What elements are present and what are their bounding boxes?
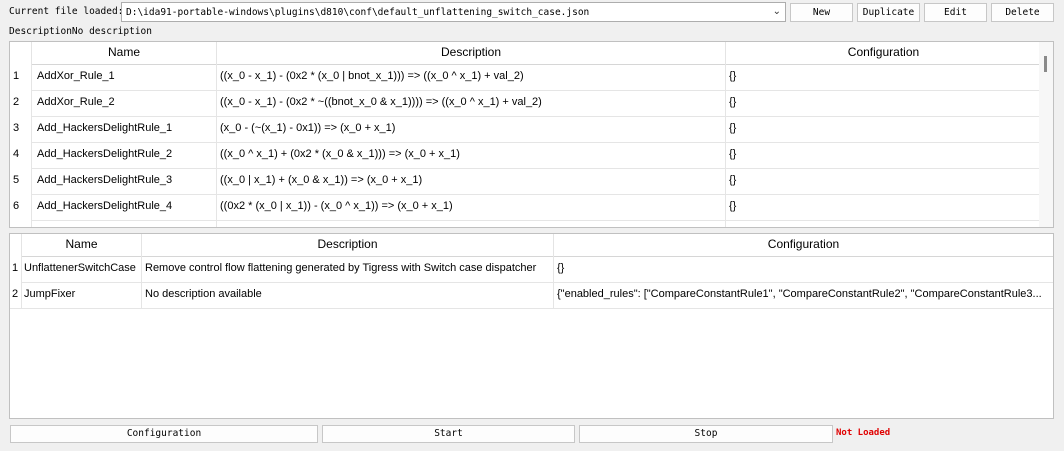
description-line: DescriptionNo description [9, 26, 152, 37]
rule-name-cell[interactable]: Add_HackersDelightRule_5 [32, 220, 217, 227]
edit-button[interactable]: Edit [924, 3, 987, 22]
rule-description-cell[interactable]: ((x_0 - x_1) - (0x2 * ~((bnot_x_0 & x_1)… [217, 90, 726, 116]
row-number: 6 [10, 194, 32, 220]
rule-name-cell[interactable]: Add_HackersDelightRule_4 [32, 194, 217, 220]
rules-table-scrollbar[interactable] [1039, 42, 1053, 227]
table-row[interactable]: 1 UnflattenerSwitchCase Remove control f… [10, 256, 1053, 283]
filter-description-cell[interactable]: No description available [142, 282, 554, 308]
delete-button[interactable]: Delete [991, 3, 1054, 22]
row-number: 2 [10, 90, 32, 116]
configuration-button[interactable]: Configuration [10, 425, 318, 443]
filter-name-cell[interactable]: JumpFixer [22, 282, 142, 308]
file-select-combobox[interactable]: D:\ida91-portable-windows\plugins\d810\c… [121, 2, 786, 22]
rule-name-cell[interactable]: Add_HackersDelightRule_3 [32, 168, 217, 194]
rules-table[interactable]: Name Description Configuration 1 AddXor_… [9, 41, 1054, 228]
filter-config-cell[interactable]: {"enabled_rules": ["CompareConstantRule1… [554, 282, 1053, 308]
table-row[interactable]: 1 AddXor_Rule_1 ((x_0 - x_1) - (0x2 * (x… [10, 64, 1041, 91]
rule-config-cell[interactable]: {} [726, 64, 1041, 90]
row-number: 1 [10, 64, 32, 90]
row-number: 2 [10, 282, 22, 308]
table-row[interactable]: 2 AddXor_Rule_2 ((x_0 - x_1) - (0x2 * ~(… [10, 90, 1041, 117]
rule-config-cell[interactable]: {} [726, 168, 1041, 194]
start-button[interactable]: Start [322, 425, 575, 443]
filters-table-header: Name Description Configuration [10, 234, 1053, 257]
stop-button[interactable]: Stop [579, 425, 833, 443]
row-number: 7 [10, 220, 32, 227]
filter-description-cell[interactable]: Remove control flow flattening generated… [142, 256, 554, 282]
header-name[interactable]: Name [32, 42, 217, 64]
row-number: 1 [10, 256, 22, 282]
current-file-label: Current file loaded: [9, 6, 124, 17]
header-description[interactable]: Description [217, 42, 726, 64]
filter-config-cell[interactable]: {} [554, 256, 1053, 282]
table-row[interactable]: 6 Add_HackersDelightRule_4 ((0x2 * (x_0 … [10, 194, 1041, 221]
status-label: Not Loaded [836, 428, 891, 438]
header-description[interactable]: Description [142, 234, 554, 256]
file-path-value: D:\ida91-portable-windows\plugins\d810\c… [126, 7, 590, 18]
header-configuration[interactable]: Configuration [726, 42, 1041, 64]
rule-name-cell[interactable]: Add_HackersDelightRule_2 [32, 142, 217, 168]
rule-description-cell[interactable]: ((x_0 - x_1) - (0x2 * (x_0 | bnot_x_1)))… [217, 64, 726, 90]
chevron-down-icon[interactable]: ⌄ [773, 6, 781, 17]
rule-description-cell[interactable]: ((0x2 * (x_0 | x_1 | x_2)) - (x_0 ^ (x_1… [217, 220, 726, 227]
corner-header [10, 234, 22, 256]
scrollbar-thumb[interactable] [1044, 56, 1047, 72]
rules-table-header: Name Description Configuration [10, 42, 1041, 65]
duplicate-button[interactable]: Duplicate [857, 3, 920, 22]
table-row[interactable]: 2 JumpFixer No description available {"e… [10, 282, 1053, 309]
row-number: 3 [10, 116, 32, 142]
rule-config-cell[interactable]: {} [726, 90, 1041, 116]
filters-table[interactable]: Name Description Configuration 1 Unflatt… [9, 233, 1054, 419]
table-row[interactable]: 3 Add_HackersDelightRule_1 (x_0 - (~(x_1… [10, 116, 1041, 143]
row-number: 4 [10, 142, 32, 168]
rule-config-cell[interactable] [726, 220, 1041, 227]
row-number: 5 [10, 168, 32, 194]
new-button[interactable]: New [790, 3, 853, 22]
table-row[interactable]: 7 Add_HackersDelightRule_5 ((0x2 * (x_0 … [10, 220, 1041, 227]
rule-description-cell[interactable]: ((x_0 | x_1) + (x_0 & x_1)) => (x_0 + x_… [217, 168, 726, 194]
header-configuration[interactable]: Configuration [554, 234, 1053, 256]
corner-header [10, 42, 32, 64]
table-row[interactable]: 4 Add_HackersDelightRule_2 ((x_0 ^ x_1) … [10, 142, 1041, 169]
rule-description-cell[interactable]: ((0x2 * (x_0 | x_1)) - (x_0 ^ x_1)) => (… [217, 194, 726, 220]
table-row[interactable]: 5 Add_HackersDelightRule_3 ((x_0 | x_1) … [10, 168, 1041, 195]
rule-config-cell[interactable]: {} [726, 142, 1041, 168]
rule-config-cell[interactable]: {} [726, 194, 1041, 220]
header-name[interactable]: Name [22, 234, 142, 256]
rule-name-cell[interactable]: AddXor_Rule_1 [32, 64, 217, 90]
rule-config-cell[interactable]: {} [726, 116, 1041, 142]
rule-name-cell[interactable]: Add_HackersDelightRule_1 [32, 116, 217, 142]
rule-name-cell[interactable]: AddXor_Rule_2 [32, 90, 217, 116]
rule-description-cell[interactable]: ((x_0 ^ x_1) + (0x2 * (x_0 & x_1))) => (… [217, 142, 726, 168]
filter-name-cell[interactable]: UnflattenerSwitchCase [22, 256, 142, 282]
rule-description-cell[interactable]: (x_0 - (~(x_1) - 0x1)) => (x_0 + x_1) [217, 116, 726, 142]
